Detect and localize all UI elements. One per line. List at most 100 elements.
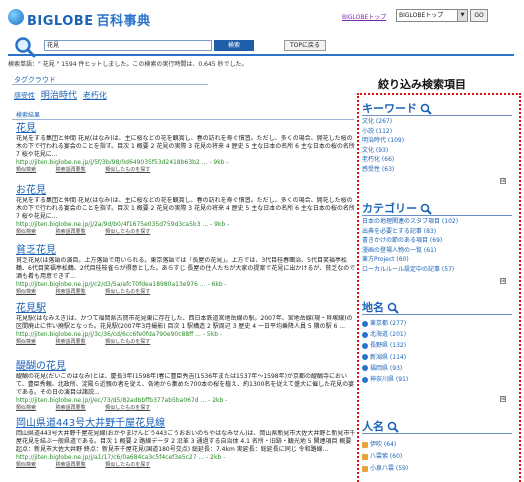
result-url[interactable]: http://jiten.biglobe.ne.jp/j/2a/9d/b0/4f… <box>16 221 356 229</box>
list-item[interactable]: 文化 (267) <box>362 117 512 127</box>
list-item[interactable]: 東方Project (60) <box>362 255 512 265</box>
expand-category-icon[interactable]: ⊞ <box>500 278 506 284</box>
person-list: 伊吹 (64) 八雲紫 (60) 小泉八雲 (59) <box>362 439 512 475</box>
list-item[interactable]: 文化 (93) <box>362 146 512 156</box>
list-item[interactable]: 出典を必要とする記事 (83) <box>362 227 512 237</box>
list-item[interactable]: 新潟県 (114) <box>362 352 512 363</box>
expand-keyword-icon[interactable]: ⊞ <box>500 178 506 184</box>
list-item[interactable]: 老朽化 (66) <box>362 155 512 165</box>
tag-link[interactable]: 老朽化 <box>83 91 107 100</box>
search-term-review-link[interactable]: 検索語再要覧 <box>56 167 86 173</box>
find-similar-link[interactable]: 類似したものを探す <box>105 405 150 411</box>
list-item[interactable]: 伊吹 (64) <box>362 439 512 451</box>
result-item: 花見駅 花見駅(はなみえき)は、かつて福岡県古賀市花見東に存在した、西日本鉄道宮… <box>16 303 356 346</box>
keyword-link[interactable]: 感受性 (63) <box>362 166 394 173</box>
result-url[interactable]: http://jiten.biglobe.ne.jp/j/ec/73/d5/82… <box>16 397 356 405</box>
search-input[interactable]: 花見 <box>44 40 212 51</box>
category-section-title: カテゴリー <box>362 200 432 216</box>
keyword-link[interactable]: 明治時代 (109) <box>362 137 404 144</box>
place-link[interactable]: 新潟県 (114) <box>370 354 406 361</box>
find-similar-link[interactable]: 類似したものを探す <box>105 289 150 295</box>
person-link[interactable]: 小泉八雲 (59) <box>370 465 408 472</box>
magnifier-icon <box>420 203 432 215</box>
person-icon <box>362 465 368 472</box>
place-link[interactable]: 長野県 (132) <box>370 342 406 349</box>
biglobe-logo[interactable]: BIGLOBE 百科事典 <box>8 6 150 29</box>
similar-search-link[interactable]: 類似検索 <box>16 462 36 468</box>
logo-sub: 百科事典 <box>96 14 151 29</box>
person-link[interactable]: 八雲紫 (60) <box>370 453 402 460</box>
keyword-link[interactable]: 文化 (93) <box>362 147 388 154</box>
find-similar-link[interactable]: 類似したものを探す <box>105 229 150 235</box>
keyword-link[interactable]: 文化 (267) <box>362 118 392 125</box>
person-heading: 人名 <box>362 420 384 433</box>
search-term-review-link[interactable]: 検索語再要覧 <box>56 462 86 468</box>
result-url[interactable]: http://jiten.biglobe.ne.jp/j/3c/36/cd/6c… <box>16 331 356 339</box>
result-url[interactable]: http://jiten.biglobe.ne.jp/j/5f/3b/98/0d… <box>16 159 356 167</box>
place-link[interactable]: 東京都 (277) <box>370 320 406 327</box>
result-title-link[interactable]: 醍醐の花見 <box>16 361 356 373</box>
find-similar-link[interactable]: 類似したものを探す <box>105 167 150 173</box>
list-item[interactable]: 長野県 (132) <box>362 340 512 351</box>
list-item[interactable]: 書きかけの節のある項目 (69) <box>362 236 512 246</box>
result-url[interactable]: http://jiten.biglobe.ne.jp/j/a1/17/c6/0a… <box>16 454 356 462</box>
category-link[interactable]: 東方Project (60) <box>362 256 409 263</box>
list-item[interactable]: 漫画の登場人物の一覧 (61) <box>362 246 512 256</box>
list-item[interactable]: 小泉八雲 (59) <box>362 463 512 475</box>
keyword-heading: キーワード <box>362 102 417 115</box>
search-term-review-link[interactable]: 検索語再要覧 <box>56 405 86 411</box>
search-term-review-link[interactable]: 検索語再要覧 <box>56 229 86 235</box>
result-title-link[interactable]: お花見 <box>16 185 356 197</box>
expand-place-icon[interactable]: ⊞ <box>500 396 506 402</box>
similar-search-link[interactable]: 類似検索 <box>16 339 36 345</box>
category-heading: カテゴリー <box>362 202 417 215</box>
list-item[interactable]: 北海道 (201) <box>362 329 512 340</box>
list-item[interactable]: 八雲紫 (60) <box>362 451 512 463</box>
results-heading: 検索結果 <box>16 112 41 119</box>
place-link[interactable]: 神奈川県 (91) <box>370 376 408 383</box>
place-divider <box>362 314 512 315</box>
keyword-link[interactable]: 老朽化 (66) <box>362 156 394 163</box>
list-item[interactable]: 福岡県 (93) <box>362 363 512 374</box>
result-title-link[interactable]: 花見駅 <box>16 303 356 315</box>
list-item[interactable]: 明治時代 (109) <box>362 136 512 146</box>
list-item[interactable]: 日本の地理関連のスタブ項目 (102) <box>362 217 512 227</box>
site-select[interactable]: BIGLOBEトップ ▼ <box>396 9 468 22</box>
list-item[interactable]: 神奈川県 (91) <box>362 374 512 385</box>
person-link[interactable]: 伊吹 (64) <box>370 441 396 448</box>
list-item[interactable]: 東京都 (277) <box>362 318 512 329</box>
similar-search-link[interactable]: 類似検索 <box>16 405 36 411</box>
find-similar-link[interactable]: 類似したものを探す <box>105 339 150 345</box>
tag-link[interactable]: 感受性 <box>14 92 35 100</box>
search-term-review-link[interactable]: 検索語再要覧 <box>56 339 86 345</box>
search-button[interactable]: 検索 <box>214 40 254 51</box>
keyword-list: 文化 (267) 小説 (112) 明治時代 (109) 文化 (93) 老朽化… <box>362 117 512 175</box>
similar-search-link[interactable]: 類似検索 <box>16 289 36 295</box>
place-link[interactable]: 北海道 (201) <box>370 331 406 338</box>
similar-search-link[interactable]: 類似検索 <box>16 229 36 235</box>
result-title-link[interactable]: 岡山県道443号大井野千屋花見線 <box>16 418 356 430</box>
category-link[interactable]: 漫画の登場人物の一覧 (61) <box>362 247 436 254</box>
category-link[interactable]: 書きかけの節のある項目 (69) <box>362 237 442 244</box>
search-term-review-link[interactable]: 検索語再要覧 <box>56 289 86 295</box>
list-item[interactable]: ローカルルール設定中の記事 (57) <box>362 265 512 275</box>
place-link[interactable]: 福岡県 (93) <box>370 365 402 372</box>
result-snippet: 醍醐の花見(だいごのはなみ)とは、慶長3年(1598年)春に豊臣秀吉(1536年… <box>16 373 355 396</box>
keyword-link[interactable]: 小説 (112) <box>362 128 392 135</box>
category-link[interactable]: 出典を必要とする記事 (83) <box>362 228 436 235</box>
find-similar-link[interactable]: 類似したものを探す <box>105 462 150 468</box>
category-link[interactable]: ローカルルール設定中の記事 (57) <box>362 266 454 273</box>
result-title-link[interactable]: 花見 <box>16 123 356 135</box>
person-icon <box>362 453 368 460</box>
go-button[interactable]: GO <box>470 9 488 22</box>
similar-search-link[interactable]: 類似検索 <box>16 167 36 173</box>
back-to-top-button[interactable]: TOPに戻る <box>284 40 326 51</box>
result-url[interactable]: http://jiten.biglobe.ne.jp/j/c2/d3/5a/af… <box>16 281 356 289</box>
result-title-link[interactable]: 貧乏花見 <box>16 245 356 257</box>
tag-link[interactable]: 明治時代 <box>41 91 77 101</box>
globe-icon <box>362 376 368 383</box>
biglobe-top-link[interactable]: BIGLOBEトップ <box>342 12 386 21</box>
category-link[interactable]: 日本の地理関連のスタブ項目 (102) <box>362 218 458 225</box>
list-item[interactable]: 感受性 (63) <box>362 165 512 175</box>
list-item[interactable]: 小説 (112) <box>362 127 512 137</box>
